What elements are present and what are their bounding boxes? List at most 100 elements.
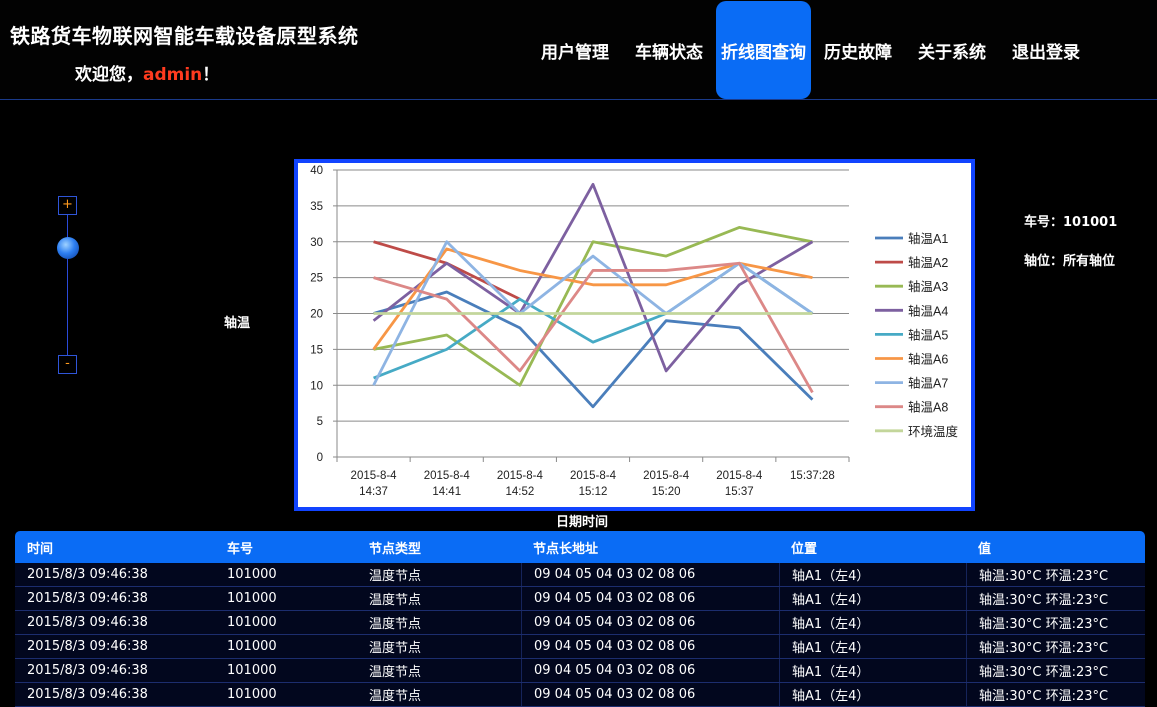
table-cell: 09 04 05 04 03 02 08 06 [521,563,779,586]
table-cell: 轴温:30°C 环温:23°C [966,635,1145,658]
table-cell: 2015/8/3 09:46:38 [27,567,148,582]
col-car-no: 车号 [227,541,254,557]
legend-label: 轴温A1 [908,231,948,246]
header: 铁路货车物联网智能车载设备原型系统 欢迎您，admin！ 用户管理 车辆状态 折… [0,0,1157,100]
table-row[interactable]: 2015/8/3 09:46:38 101000 温度节点 09 04 05 04 0… [15,563,1145,587]
zoom-out-button[interactable]: - [58,355,77,374]
col-node-address: 节点长地址 [533,541,599,557]
table-cell: 轴A1（左4） [779,587,966,610]
chart-svg: 0 5 10 15 20 25 30 35 40 2015-8-4 14:37 2015-8-4 14:… [310,165,959,498]
table-cell: 09 04 05 04 03 02 08 06 [521,611,779,634]
table-row[interactable]: 2015/8/3 09:46:38 101000 温度节点 09 04 05 04 0… [15,659,1145,683]
series-line [373,261,814,394]
table-cell: 轴A1（左4） [779,635,966,658]
nav-about-system[interactable]: 关于系统 [905,0,999,100]
y-tick-label: 15 [310,344,323,356]
nav-vehicle-status[interactable]: 车辆状态 [622,0,716,100]
table-cell: 温度节点 [369,641,422,656]
series-line [373,226,813,387]
table-cell: 101000 [227,567,277,582]
x-tick-label: 2015-8-4 [351,470,398,482]
zoom-track[interactable] [67,215,68,355]
table-row[interactable]: 2015/8/3 09:46:38 101000 温度节点 09 04 05 04 0… [15,611,1145,635]
legend-label: 轴温A7 [908,376,948,391]
zoom-slider: + - [57,196,79,376]
legend-label: 轴温A6 [908,352,948,367]
y-tick-label: 25 [310,273,323,285]
table-cell: 轴温:30°C 环温:23°C [966,587,1145,610]
table-cell: 轴A1（左4） [779,683,966,706]
legend-label: 轴温A2 [908,255,948,270]
col-time: 时间 [27,541,54,557]
table-cell: 轴温:30°C 环温:23°C [966,563,1145,586]
welcome-prefix: 欢迎您， [75,65,143,85]
col-node-type: 节点类型 [369,541,422,557]
y-tick-label: 5 [317,416,323,428]
nav-line-chart-query[interactable]: 折线图查询 [716,1,811,99]
table-header: 时间 车号 节点类型 节点长地址 位置 值 [15,531,1145,563]
table-cell: 轴温:30°C 环温:23°C [966,611,1145,634]
y-tick-label: 30 [310,237,323,249]
data-table: 时间 车号 节点类型 节点长地址 位置 值 2015/8/3 09:46:38 1… [15,531,1145,707]
table-row[interactable]: 2015/8/3 09:46:38 101000 温度节点 09 04 05 04 0… [15,587,1145,611]
y-tick-label: 10 [310,380,323,392]
username: admin [143,65,203,85]
table-cell: 温度节点 [369,665,422,680]
col-value: 值 [978,541,992,557]
legend-label: 环境温度 [908,424,959,439]
zoom-handle[interactable] [57,237,79,259]
y-tick-label: 20 [310,309,323,321]
table-cell: 101000 [227,639,277,654]
table-cell: 2015/8/3 09:46:38 [27,591,148,606]
x-tick-label: 15:37:28 [790,470,835,482]
axle-position: 轴位：所有轴位 [1024,254,1116,269]
table-row[interactable]: 2015/8/3 09:46:38 101000 温度节点 09 04 05 04 0… [15,683,1145,707]
x-tick-label: 15:12 [579,486,608,498]
table-cell: 轴A1（左4） [779,659,966,682]
table-body: 2015/8/3 09:46:38 101000 温度节点 09 04 05 04 0… [15,563,1145,707]
table-row[interactable]: 2015/8/3 09:46:38 101000 温度节点 09 04 05 04 0… [15,635,1145,659]
table-cell: 101000 [227,615,277,630]
y-tick-label: 40 [310,165,323,177]
x-tick-label: 2015-8-4 [643,470,690,482]
x-tick-label: 15:20 [652,486,681,498]
table-cell: 轴温:30°C 环温:23°C [966,659,1145,682]
table-cell: 09 04 05 04 03 02 08 06 [521,659,779,682]
welcome-suffix: ！ [202,65,220,85]
table-cell: 温度节点 [369,593,422,608]
legend-label: 轴温A8 [908,400,948,415]
table-cell: 轴A1（左4） [779,563,966,586]
x-axis-title: 日期时间 [556,515,609,530]
nav-logout[interactable]: 退出登录 [999,0,1093,100]
table-cell: 轴A1（左4） [779,611,966,634]
table-cell: 2015/8/3 09:46:38 [27,615,148,630]
y-tick-label: 35 [310,201,323,213]
table-cell: 温度节点 [369,617,422,632]
table-cell: 101000 [227,663,277,678]
legend-label: 轴温A3 [908,279,948,294]
table-cell: 2015/8/3 09:46:38 [27,639,148,654]
nav-fault-history[interactable]: 历史故障 [811,0,905,100]
table-cell: 2015/8/3 09:46:38 [27,663,148,678]
col-position: 位置 [791,541,818,557]
table-cell: 温度节点 [369,689,422,704]
x-tick-label: 2015-8-4 [570,470,617,482]
table-cell: 101000 [227,591,277,606]
table-cell: 温度节点 [369,569,422,584]
x-tick-label: 2015-8-4 [716,470,763,482]
table-cell: 轴温:30°C 环温:23°C [966,683,1145,706]
legend-label: 轴温A4 [908,303,948,318]
app-title: 铁路货车物联网智能车载设备原型系统 [10,24,359,48]
zoom-in-button[interactable]: + [58,196,77,215]
x-tick-label: 2015-8-4 [497,470,544,482]
line-chart: 0 5 10 15 20 25 30 35 40 2015-8-4 14:37 2015-8-4 14:… [294,159,975,511]
nav-user-management[interactable]: 用户管理 [528,0,622,100]
x-tick-label: 14:41 [432,486,461,498]
main-nav: 用户管理 车辆状态 折线图查询 历史故障 关于系统 退出登录 [528,0,1093,100]
x-tick-label: 14:37 [359,486,388,498]
welcome-text: 欢迎您，admin！ [75,60,219,85]
table-cell: 2015/8/3 09:46:38 [27,687,148,702]
x-tick-label: 14:52 [505,486,534,498]
vehicle-info: 车号：101001 轴位：所有轴位 [1024,211,1117,289]
x-tick-label: 15:37 [725,486,754,498]
